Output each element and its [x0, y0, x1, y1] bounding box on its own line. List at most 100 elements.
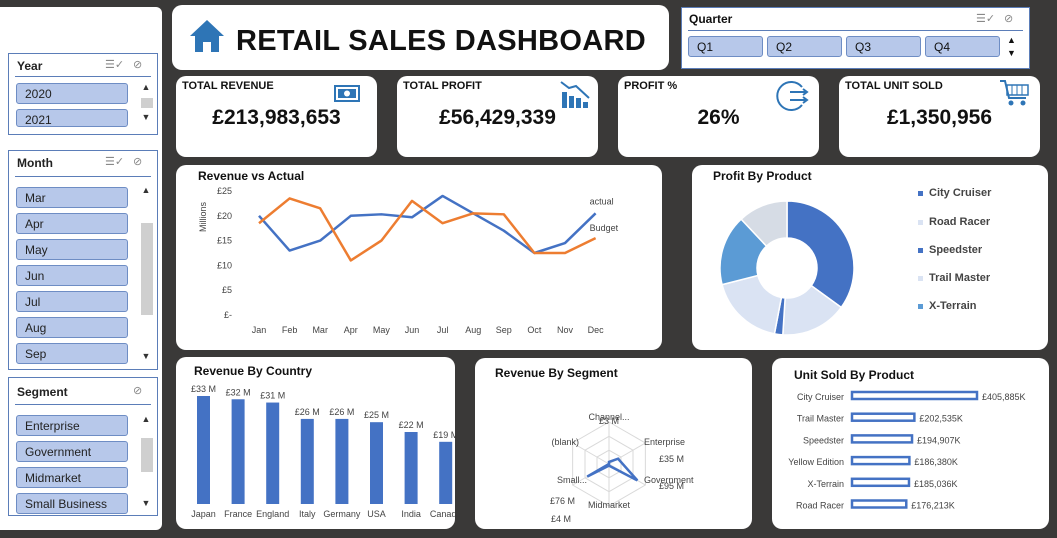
kpi-total-unit-sold: TOTAL UNIT SOLD £1,350,956	[839, 76, 1040, 157]
scroll-up-icon[interactable]: ▲	[139, 414, 153, 424]
legend-item-road-racer: Road Racer	[918, 216, 990, 228]
dashboard-title-box: RETAIL SALES DASHBOARD	[172, 5, 669, 70]
slicer-item-q4[interactable]: Q4	[925, 36, 1000, 57]
quarter-slicer-title: Quarter	[689, 12, 733, 26]
slicer-item-2021[interactable]: 2021	[16, 109, 128, 127]
x-tick-label: Apr	[344, 325, 358, 335]
bar-value-label: £26 M	[329, 407, 354, 417]
segment-slicer-divider	[15, 404, 151, 405]
y-tick-label: Speedster	[803, 435, 844, 445]
revenue-vs-actual-card: Revenue vs Actual Millions £- £5 £10 £15 £20…	[176, 165, 662, 350]
x-tick-label: France	[224, 509, 252, 519]
segment-scrollbar[interactable]: ▲ ▼	[139, 414, 153, 512]
slicer-item-apr[interactable]: Apr	[16, 213, 128, 234]
year-slicer: Year ☰✓ ⊘ 2020 2021 ▲ ▼	[8, 53, 158, 135]
multi-select-icon[interactable]: ☰✓	[976, 12, 995, 25]
radar-value-label: £95 M	[659, 481, 684, 491]
kpi-label: PROFIT %	[624, 80, 678, 92]
scroll-down-icon[interactable]: ▼	[139, 112, 153, 122]
multi-select-icon[interactable]: ☰✓	[105, 155, 124, 168]
scroll-thumb[interactable]	[141, 98, 153, 108]
x-tick-label: Aug	[465, 325, 481, 335]
segment-radar-chart: Channel...EnterpriseGovernmentMidmarketS…	[550, 412, 694, 524]
month-scrollbar[interactable]: ▲ ▼	[139, 185, 153, 365]
y-tick-label: £25	[217, 186, 232, 196]
slicer-item-q3[interactable]: Q3	[846, 36, 921, 57]
kpi-value: 26%	[697, 106, 740, 129]
money-icon	[334, 85, 360, 102]
donut-slice	[721, 274, 783, 335]
month-slicer-divider	[15, 176, 151, 177]
scroll-thumb[interactable]	[141, 438, 153, 472]
x-tick-label: Oct	[527, 325, 542, 335]
bar-value-label: £19 M	[433, 430, 455, 440]
unit-bar	[850, 434, 914, 444]
bar-value-label: £33 M	[191, 384, 216, 394]
slicer-item-enterprise[interactable]: Enterprise	[16, 415, 128, 436]
slicer-item-2020[interactable]: 2020	[16, 83, 128, 104]
legend-label: Road Racer	[929, 216, 991, 228]
radar-value-label: £35 M	[659, 454, 684, 464]
country-bar	[439, 441, 453, 504]
segment-slicer-title: Segment	[17, 385, 68, 399]
country-bar	[266, 402, 280, 504]
slicer-item-government[interactable]: Government	[16, 441, 128, 462]
clear-filter-icon[interactable]: ⊘	[133, 58, 142, 71]
x-tick-label: Jan	[252, 325, 267, 335]
slicer-item-mar[interactable]: Mar	[16, 187, 128, 208]
slicer-item-may[interactable]: May	[16, 239, 128, 260]
x-tick-label: Japan	[191, 509, 216, 519]
slicer-item-midmarket[interactable]: Midmarket	[16, 467, 128, 488]
year-scrollbar[interactable]: ▲ ▼	[139, 82, 153, 128]
year-slicer-divider	[15, 76, 151, 77]
slicer-panel: Year ☰✓ ⊘ 2020 2021 ▲ ▼ Month ☰✓ ⊘ Mar A…	[0, 7, 162, 530]
home-icon	[190, 20, 224, 52]
y-tick-label: £5	[222, 285, 232, 295]
slicer-item-sep[interactable]: Sep	[16, 343, 128, 364]
slicer-item-small-business[interactable]: Small Business	[16, 493, 128, 514]
x-tick-label: Jul	[437, 325, 449, 335]
scroll-up-icon[interactable]: ▲	[139, 82, 153, 92]
country-bar	[300, 418, 314, 504]
scroll-down-icon[interactable]: ▼	[139, 351, 153, 361]
x-tick-label: India	[401, 509, 421, 519]
quarter-slicer: Quarter ☰✓ ⊘ Q1 Q2 Q3 Q4 ▲ ▼	[681, 7, 1030, 69]
country-bar	[231, 399, 245, 504]
legend-swatch	[918, 275, 923, 281]
multi-select-icon[interactable]: ☰✓	[105, 58, 124, 71]
legend-item-trail-master: Trail Master	[918, 272, 990, 284]
unit-bar	[850, 477, 911, 488]
unit-bar	[850, 455, 911, 466]
bar-value-label: £186,380K	[914, 457, 958, 467]
x-tick-label: Feb	[282, 325, 298, 335]
segment-slicer: Segment ⊘ Enterprise Government Midmarke…	[8, 377, 158, 516]
scroll-up-icon[interactable]: ▲	[1007, 35, 1016, 45]
legend-swatch	[918, 247, 923, 253]
y-tick-label: £15	[217, 236, 232, 246]
month-slicer-title: Month	[17, 156, 53, 170]
scroll-down-icon[interactable]: ▼	[139, 498, 153, 508]
x-tick-label: Dec	[588, 325, 605, 335]
kpi-value: £56,429,339	[439, 106, 556, 129]
slicer-item-q1[interactable]: Q1	[688, 36, 763, 57]
segment-slicer-header: Segment ⊘	[9, 378, 157, 400]
revenue-by-country-card: Revenue By Country £33 M Japan £32 M France…	[176, 357, 455, 529]
bar-value-label: £405,885K	[982, 392, 1026, 402]
scroll-thumb[interactable]	[141, 223, 153, 315]
bar-value-label: £185,036K	[914, 479, 958, 489]
clear-filter-icon[interactable]: ⊘	[133, 384, 142, 397]
x-tick-label: England	[256, 509, 289, 519]
revenue-by-segment-card: Revenue By Segment Channel... Enterprise G…	[475, 358, 752, 529]
scroll-down-icon[interactable]: ▼	[1007, 48, 1016, 58]
slicer-item-aug[interactable]: Aug	[16, 317, 128, 338]
clear-filter-icon[interactable]: ⊘	[1004, 12, 1013, 25]
slicer-item-jul[interactable]: Jul	[16, 291, 128, 312]
slicer-item-jun[interactable]: Jun	[16, 265, 128, 286]
y-axis-label: Millions	[198, 202, 208, 233]
bar-value-label: £194,907K	[917, 435, 961, 445]
country-bar	[335, 418, 349, 504]
bar-value-label: £202,535K	[919, 414, 963, 424]
slicer-item-q2[interactable]: Q2	[767, 36, 842, 57]
scroll-up-icon[interactable]: ▲	[139, 185, 153, 195]
clear-filter-icon[interactable]: ⊘	[133, 155, 142, 168]
